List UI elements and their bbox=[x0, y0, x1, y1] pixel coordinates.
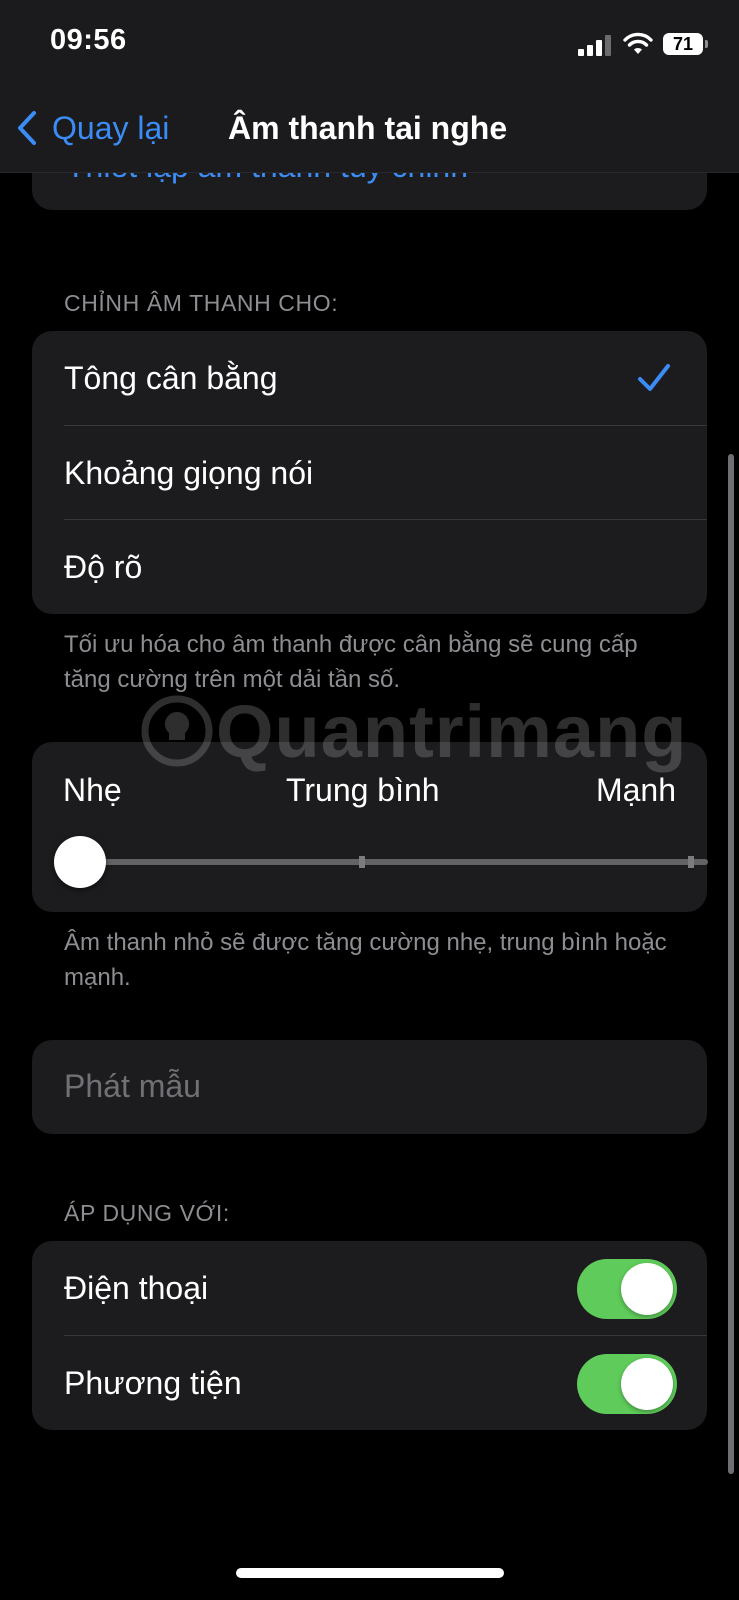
option-balanced-tone[interactable]: Tông cân bằng bbox=[32, 331, 707, 426]
battery-icon: 71 bbox=[663, 33, 708, 55]
slider-label-light: Nhẹ bbox=[63, 772, 122, 808]
status-time: 09:56 bbox=[50, 24, 127, 56]
watermark-logo: Quantrimang bbox=[140, 683, 687, 774]
slider-label-strong: Mạnh bbox=[595, 772, 676, 808]
option-label: Khoảng giọng nói bbox=[64, 455, 314, 491]
option-vocal-range[interactable]: Khoảng giọng nói bbox=[32, 426, 707, 521]
strength-footnote: Âm thanh nhỏ sẽ được tăng cường nhẹ, tru… bbox=[64, 929, 667, 991]
back-label: Quay lại bbox=[52, 109, 170, 146]
top-header: 09:56 71 Quay lại Âm thanh tai nghe bbox=[0, 0, 739, 173]
strength-slider-track[interactable] bbox=[78, 856, 708, 868]
battery-level: 71 bbox=[672, 34, 694, 54]
apply-media-row: Phương tiện bbox=[32, 1336, 707, 1431]
chevron-left-icon bbox=[18, 111, 36, 145]
slider-tick-strong bbox=[688, 856, 694, 868]
toggle-knob bbox=[621, 1358, 673, 1410]
play-sample-button[interactable]: Phát mẫu bbox=[64, 1068, 201, 1105]
scroll-indicator[interactable] bbox=[728, 454, 734, 1474]
slider-tick-medium bbox=[359, 856, 365, 868]
home-indicator[interactable] bbox=[236, 1568, 504, 1578]
checkmark-icon bbox=[638, 364, 670, 391]
apply-phone-row: Điện thoại bbox=[32, 1241, 707, 1336]
tune-options-card: Tông cân bằng Khoảng giọng nói Độ rõ bbox=[32, 331, 707, 614]
option-label: Tông cân bằng bbox=[64, 360, 278, 396]
strength-slider-thumb[interactable] bbox=[54, 836, 106, 888]
watermark-text: Quantrimang bbox=[216, 689, 688, 773]
option-brightness[interactable]: Độ rõ bbox=[32, 520, 707, 615]
apply-media-label: Phương tiện bbox=[64, 1365, 242, 1401]
lightbulb-icon bbox=[141, 695, 213, 767]
play-sample-card[interactable]: Phát mẫu bbox=[32, 1040, 707, 1134]
media-toggle[interactable] bbox=[577, 1354, 677, 1414]
tune-section-header: CHỈNH ÂM THANH CHO: bbox=[64, 290, 339, 316]
page-title: Âm thanh tai nghe bbox=[228, 110, 508, 146]
back-button[interactable]: Quay lại bbox=[16, 108, 169, 148]
wifi-icon bbox=[623, 32, 653, 54]
cellular-signal-icon bbox=[578, 34, 614, 56]
toggle-knob bbox=[621, 1263, 673, 1315]
apply-section-header: ÁP DỤNG VỚI: bbox=[64, 1200, 230, 1226]
apply-to-card: Điện thoại Phương tiện bbox=[32, 1241, 707, 1430]
apply-phone-label: Điện thoại bbox=[64, 1270, 209, 1306]
slider-label-medium: Trung bình bbox=[286, 772, 440, 808]
option-label: Độ rõ bbox=[64, 549, 143, 585]
phone-toggle[interactable] bbox=[577, 1259, 677, 1319]
